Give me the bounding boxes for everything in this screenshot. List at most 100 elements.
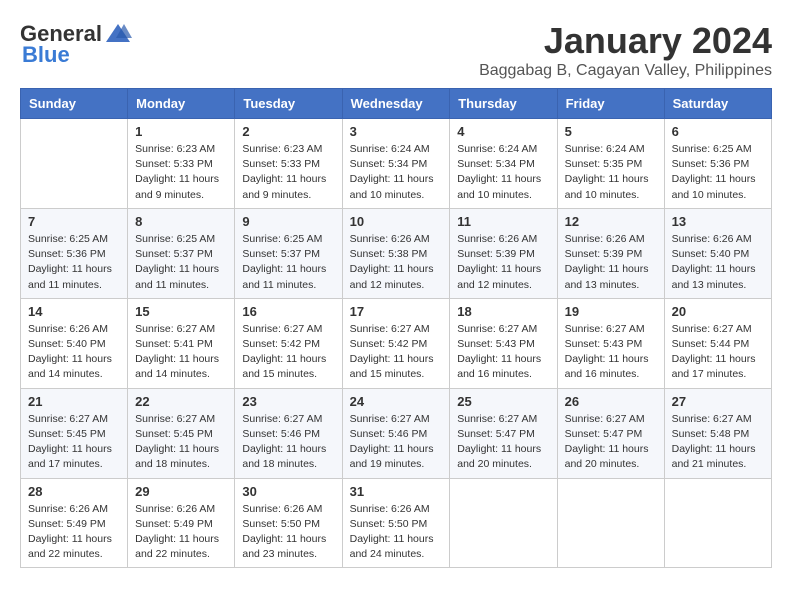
day-number: 27 [672, 394, 764, 409]
day-info: Sunrise: 6:26 AMSunset: 5:39 PMDaylight:… [565, 232, 657, 293]
col-thursday: Thursday [450, 89, 557, 119]
day-info: Sunrise: 6:26 AMSunset: 5:50 PMDaylight:… [242, 502, 334, 563]
day-number: 9 [242, 214, 334, 229]
day-number: 10 [350, 214, 443, 229]
logo-icon [104, 20, 132, 48]
day-number: 15 [135, 304, 227, 319]
day-info: Sunrise: 6:27 AMSunset: 5:41 PMDaylight:… [135, 322, 227, 383]
calendar-cell: 29 Sunrise: 6:26 AMSunset: 5:49 PMDayligh… [128, 478, 235, 568]
day-info: Sunrise: 6:25 AMSunset: 5:37 PMDaylight:… [135, 232, 227, 293]
calendar-cell: 18 Sunrise: 6:27 AMSunset: 5:43 PMDayligh… [450, 298, 557, 388]
calendar-cell [664, 478, 771, 568]
calendar-week-row: 28 Sunrise: 6:26 AMSunset: 5:49 PMDayligh… [21, 478, 772, 568]
calendar-table: Sunday Monday Tuesday Wednesday Thursday… [20, 88, 772, 568]
calendar-cell: 30 Sunrise: 6:26 AMSunset: 5:50 PMDayligh… [235, 478, 342, 568]
col-sunday: Sunday [21, 89, 128, 119]
day-number: 6 [672, 124, 764, 139]
day-info: Sunrise: 6:25 AMSunset: 5:36 PMDaylight:… [672, 142, 764, 203]
day-number: 14 [28, 304, 120, 319]
month-title: January 2024 [479, 20, 772, 62]
day-number: 26 [565, 394, 657, 409]
day-info: Sunrise: 6:27 AMSunset: 5:42 PMDaylight:… [350, 322, 443, 383]
calendar-cell: 27 Sunrise: 6:27 AMSunset: 5:48 PMDayligh… [664, 388, 771, 478]
day-info: Sunrise: 6:26 AMSunset: 5:38 PMDaylight:… [350, 232, 443, 293]
day-info: Sunrise: 6:27 AMSunset: 5:48 PMDaylight:… [672, 412, 764, 473]
day-number: 1 [135, 124, 227, 139]
calendar-cell: 16 Sunrise: 6:27 AMSunset: 5:42 PMDayligh… [235, 298, 342, 388]
calendar-cell: 4 Sunrise: 6:24 AMSunset: 5:34 PMDaylight… [450, 119, 557, 209]
day-number: 13 [672, 214, 764, 229]
day-number: 29 [135, 484, 227, 499]
page-header: General Blue January 2024 Baggabag B, Ca… [20, 20, 772, 80]
day-info: Sunrise: 6:26 AMSunset: 5:50 PMDaylight:… [350, 502, 443, 563]
calendar-cell: 26 Sunrise: 6:27 AMSunset: 5:47 PMDayligh… [557, 388, 664, 478]
day-number: 21 [28, 394, 120, 409]
calendar-cell: 9 Sunrise: 6:25 AMSunset: 5:37 PMDaylight… [235, 208, 342, 298]
calendar-cell [557, 478, 664, 568]
calendar-cell: 21 Sunrise: 6:27 AMSunset: 5:45 PMDayligh… [21, 388, 128, 478]
day-info: Sunrise: 6:26 AMSunset: 5:40 PMDaylight:… [672, 232, 764, 293]
calendar-cell: 31 Sunrise: 6:26 AMSunset: 5:50 PMDayligh… [342, 478, 450, 568]
day-info: Sunrise: 6:25 AMSunset: 5:36 PMDaylight:… [28, 232, 120, 293]
day-info: Sunrise: 6:27 AMSunset: 5:45 PMDaylight:… [135, 412, 227, 473]
calendar-cell [21, 119, 128, 209]
calendar-cell: 23Sunrise: 6:27 AMSunset: 5:46 PMDayligh… [235, 388, 342, 478]
day-info: Sunrise: 6:24 AMSunset: 5:34 PMDaylight:… [457, 142, 549, 203]
col-friday: Friday [557, 89, 664, 119]
day-info: Sunrise: 6:26 AMSunset: 5:49 PMDaylight:… [135, 502, 227, 563]
calendar-cell: 14Sunrise: 6:26 AMSunset: 5:40 PMDayligh… [21, 298, 128, 388]
day-number: 28 [28, 484, 120, 499]
calendar-header-row: Sunday Monday Tuesday Wednesday Thursday… [21, 89, 772, 119]
day-number: 18 [457, 304, 549, 319]
calendar-cell [450, 478, 557, 568]
day-number: 5 [565, 124, 657, 139]
calendar-cell: 5 Sunrise: 6:24 AMSunset: 5:35 PMDaylight… [557, 119, 664, 209]
day-number: 16 [242, 304, 334, 319]
calendar-cell: 20 Sunrise: 6:27 AMSunset: 5:44 PMDayligh… [664, 298, 771, 388]
calendar-week-row: 14Sunrise: 6:26 AMSunset: 5:40 PMDayligh… [21, 298, 772, 388]
day-info: Sunrise: 6:26 AMSunset: 5:49 PMDaylight:… [28, 502, 120, 563]
day-number: 30 [242, 484, 334, 499]
day-info: Sunrise: 6:23 AMSunset: 5:33 PMDaylight:… [135, 142, 227, 203]
day-info: Sunrise: 6:24 AMSunset: 5:34 PMDaylight:… [350, 142, 443, 203]
day-info: Sunrise: 6:27 AMSunset: 5:47 PMDaylight:… [457, 412, 549, 473]
calendar-cell: 24Sunrise: 6:27 AMSunset: 5:46 PMDayligh… [342, 388, 450, 478]
calendar-cell: 7 Sunrise: 6:25 AMSunset: 5:36 PMDaylight… [21, 208, 128, 298]
day-number: 8 [135, 214, 227, 229]
logo-blue: Blue [22, 42, 70, 68]
col-monday: Monday [128, 89, 235, 119]
title-section: January 2024 Baggabag B, Cagayan Valley,… [479, 20, 772, 80]
calendar-cell: 19Sunrise: 6:27 AMSunset: 5:43 PMDayligh… [557, 298, 664, 388]
calendar-cell: 3Sunrise: 6:24 AMSunset: 5:34 PMDaylight… [342, 119, 450, 209]
day-number: 20 [672, 304, 764, 319]
day-number: 22 [135, 394, 227, 409]
day-info: Sunrise: 6:27 AMSunset: 5:45 PMDaylight:… [28, 412, 120, 473]
day-number: 4 [457, 124, 549, 139]
calendar-week-row: 7 Sunrise: 6:25 AMSunset: 5:36 PMDaylight… [21, 208, 772, 298]
calendar-cell: 28 Sunrise: 6:26 AMSunset: 5:49 PMDayligh… [21, 478, 128, 568]
calendar-week-row: 1 Sunrise: 6:23 AMSunset: 5:33 PMDaylight… [21, 119, 772, 209]
day-info: Sunrise: 6:27 AMSunset: 5:44 PMDaylight:… [672, 322, 764, 383]
day-info: Sunrise: 6:25 AMSunset: 5:37 PMDaylight:… [242, 232, 334, 293]
day-info: Sunrise: 6:27 AMSunset: 5:43 PMDaylight:… [457, 322, 549, 383]
calendar-week-row: 21 Sunrise: 6:27 AMSunset: 5:45 PMDayligh… [21, 388, 772, 478]
calendar-cell: 13 Sunrise: 6:26 AMSunset: 5:40 PMDayligh… [664, 208, 771, 298]
day-info: Sunrise: 6:27 AMSunset: 5:42 PMDaylight:… [242, 322, 334, 383]
col-saturday: Saturday [664, 89, 771, 119]
logo: General Blue [20, 20, 132, 68]
calendar-cell: 22 Sunrise: 6:27 AMSunset: 5:45 PMDayligh… [128, 388, 235, 478]
calendar-cell: 2Sunrise: 6:23 AMSunset: 5:33 PMDaylight… [235, 119, 342, 209]
day-number: 7 [28, 214, 120, 229]
day-info: Sunrise: 6:27 AMSunset: 5:47 PMDaylight:… [565, 412, 657, 473]
day-info: Sunrise: 6:24 AMSunset: 5:35 PMDaylight:… [565, 142, 657, 203]
calendar-cell: 15 Sunrise: 6:27 AMSunset: 5:41 PMDayligh… [128, 298, 235, 388]
day-number: 12 [565, 214, 657, 229]
location-subtitle: Baggabag B, Cagayan Valley, Philippines [479, 62, 772, 80]
calendar-cell: 8 Sunrise: 6:25 AMSunset: 5:37 PMDaylight… [128, 208, 235, 298]
day-number: 31 [350, 484, 443, 499]
day-number: 25 [457, 394, 549, 409]
day-number: 24 [350, 394, 443, 409]
calendar-cell: 10 Sunrise: 6:26 AMSunset: 5:38 PMDayligh… [342, 208, 450, 298]
calendar-cell: 25 Sunrise: 6:27 AMSunset: 5:47 PMDayligh… [450, 388, 557, 478]
calendar-cell: 11Sunrise: 6:26 AMSunset: 5:39 PMDayligh… [450, 208, 557, 298]
